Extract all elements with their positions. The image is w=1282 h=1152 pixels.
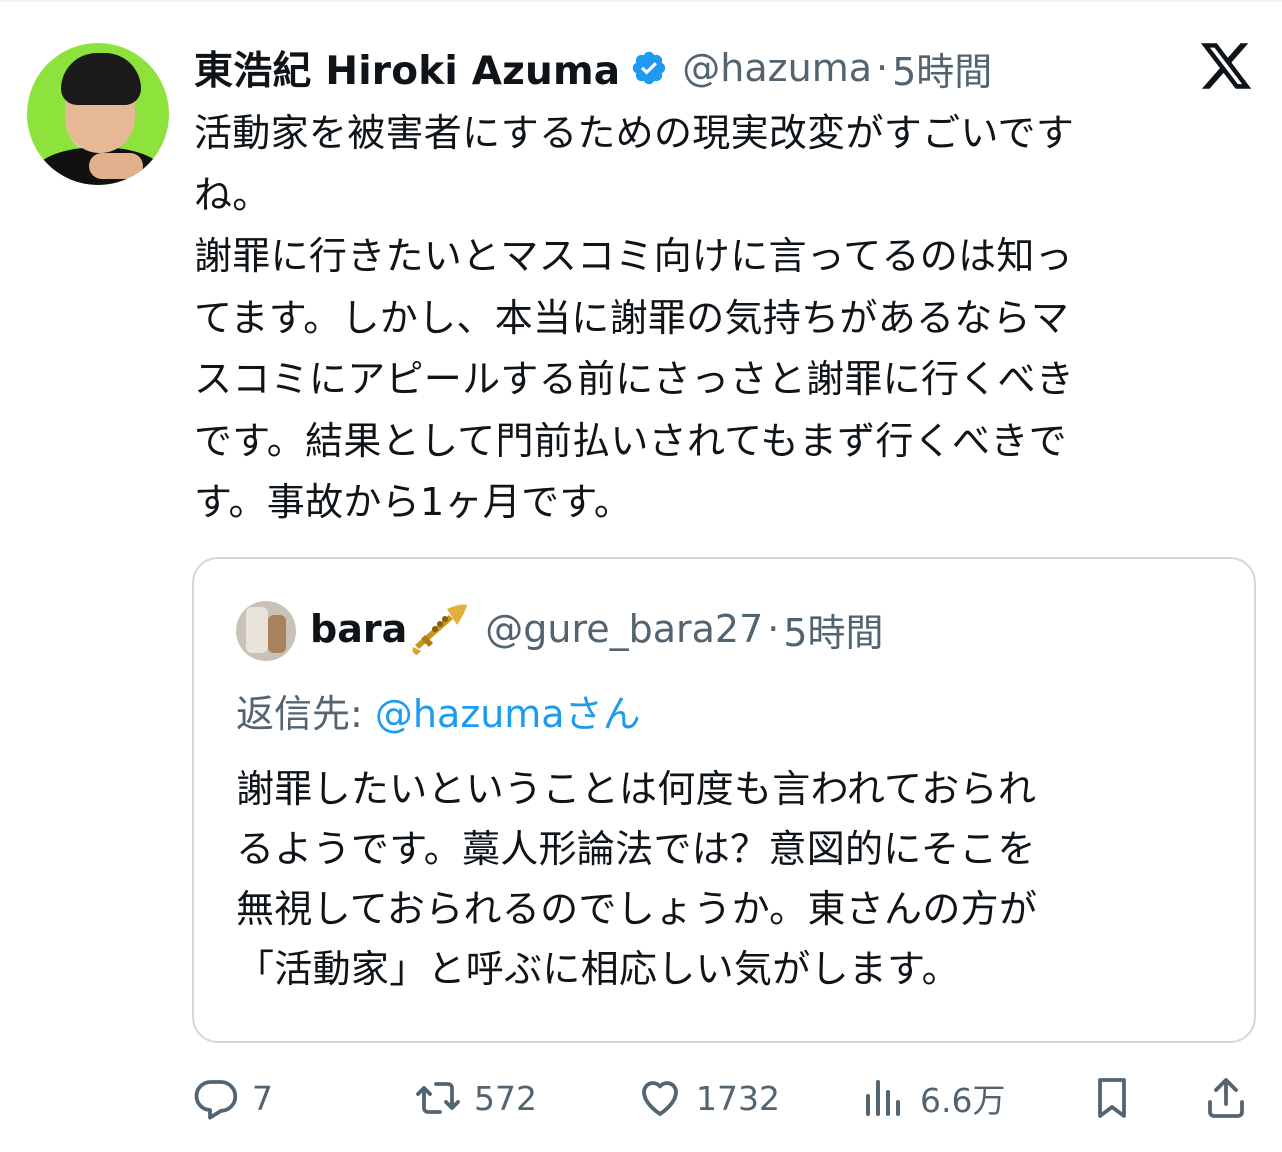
quoted-text-line: 謝罪したいということは何度も言われておられ: [236, 767, 1037, 811]
reply-to-label: 返信先:: [236, 692, 375, 736]
verified-badge-icon[interactable]: [630, 49, 668, 87]
tweet-card[interactable]: 東浩紀 Hiroki Azuma @hazuma · 5時間 活動家を被害者にす…: [0, 0, 1282, 1152]
view-count: 6.6万: [920, 1081, 1006, 1120]
quoted-tweet[interactable]: bara @gure_bara27 · 5時間 返信先: @hazumaさん 謝…: [192, 557, 1256, 1043]
top-divider: [0, 0, 1282, 2]
reply-icon: [194, 1080, 238, 1120]
tweet-text-line: てます。しかし、本当に謝罪の気持ちがあるならマ: [194, 295, 1070, 340]
tweet-timestamp[interactable]: 5時間: [892, 41, 992, 96]
share-button[interactable]: [1202, 1070, 1250, 1126]
like-button[interactable]: 1732: [636, 1070, 780, 1126]
retweet-button[interactable]: 572: [414, 1070, 537, 1126]
quoted-tweet-text: 謝罪したいということは何度も言われておられ るようです。藁人形論法では？意図的に…: [236, 759, 1216, 999]
retweet-icon: [416, 1082, 460, 1114]
bookmark-icon: [1098, 1078, 1126, 1118]
retweet-count: 572: [474, 1078, 537, 1118]
x-logo-icon[interactable]: [1198, 38, 1254, 94]
tweet-text-line: 活動家を被害者にするための現実改変がすごいです: [194, 111, 1075, 155]
reply-count: 7: [252, 1078, 273, 1118]
quoted-text-line: るようです。藁人形論法では？意図的にそこを: [236, 827, 1036, 871]
quoted-text-line: 「活動家」と呼ぶに相応しい気がします。: [236, 947, 960, 991]
quoted-tweet-header: bara @gure_bara27 · 5時間: [310, 599, 884, 659]
quoted-author-avatar[interactable]: [236, 601, 296, 661]
quoted-author-handle[interactable]: @gure_bara27: [485, 607, 763, 651]
tweet-text-line: す。事故から1ヶ月です。: [194, 480, 633, 524]
author-display-name[interactable]: 東浩紀 Hiroki Azuma: [194, 40, 620, 96]
views-chart-icon: [866, 1080, 900, 1116]
tweet-text-line: ね。: [194, 172, 271, 217]
tweet-text-line: スコミにアピールする前にさっさと謝罪に行くべき: [194, 357, 1075, 401]
header-separator: ·: [876, 46, 889, 90]
tweet-text-line: です。結果として門前払いされてもまず行くべきで: [194, 418, 1067, 463]
tweet-text-line: 謝罪に行きたいとマスコミ向けに言ってるのは知っ: [194, 234, 1074, 278]
author-handle[interactable]: @hazuma: [682, 46, 872, 90]
trumpet-icon: [409, 599, 471, 659]
tweet-header: 東浩紀 Hiroki Azuma @hazuma · 5時間: [194, 42, 992, 94]
tweet-text: 活動家を被害者にするための現実改変がすごいです ね。 謝罪に行きたいとマスコミ向…: [194, 103, 1234, 534]
reply-to-line: 返信先: @hazumaさん: [236, 683, 641, 738]
quoted-header-separator: ·: [767, 607, 780, 651]
reply-mention-link[interactable]: @hazumaさん: [375, 692, 641, 736]
quoted-text-line: 無視しておられるのでしょうか。東さんの方が: [236, 887, 1038, 931]
views-button[interactable]: 6.6万: [860, 1070, 1005, 1126]
reply-button[interactable]: 7: [192, 1070, 273, 1126]
heart-icon: [642, 1081, 678, 1116]
action-bar: 7 572 1732 6.6万: [192, 1070, 1256, 1126]
like-count: 1732: [696, 1078, 780, 1118]
share-icon: [1208, 1078, 1244, 1118]
quoted-tweet-timestamp[interactable]: 5時間: [783, 602, 883, 657]
author-avatar[interactable]: [27, 43, 169, 185]
quoted-author-name[interactable]: bara: [310, 607, 407, 651]
bookmark-button[interactable]: [1088, 1070, 1136, 1126]
